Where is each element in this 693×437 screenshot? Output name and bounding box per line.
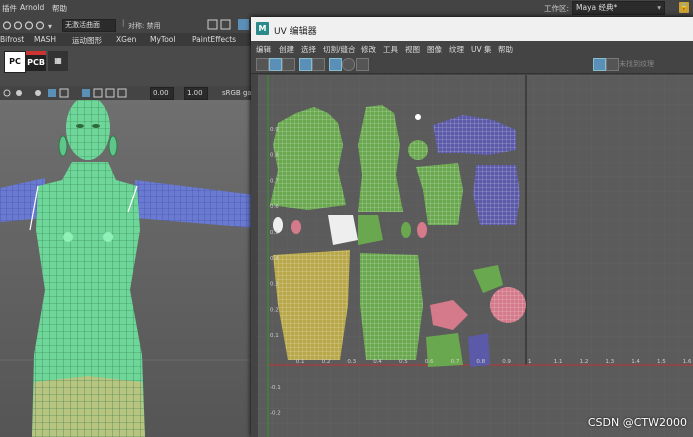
workspace-selector: 工作区: Maya 经典* ▾ (543, 1, 665, 15)
main-menubar: 插件 Arnold 帮助 工作区: Maya 经典* ▾ 🔒 (0, 0, 693, 18)
csdn-watermark: CSDN @CTW2000 (587, 416, 687, 429)
v-tick-label: 0.4 (270, 256, 279, 262)
maya-logo-icon: M (256, 22, 269, 35)
viewport-3d[interactable] (0, 100, 255, 437)
shelf: PC PCB ▦ (0, 46, 255, 86)
isolate-icon[interactable] (342, 58, 355, 71)
uv-menu-edit[interactable]: 编辑 (256, 44, 271, 55)
render-icons[interactable] (205, 19, 253, 31)
u-tick-label: 1.5 (657, 359, 666, 365)
u-tick-label: 0.4 (373, 359, 382, 365)
v-tick-label: 0.6 (270, 204, 279, 210)
viewport-display-icons[interactable] (2, 88, 142, 99)
status-line: ▾ 无激活曲面 | 对称: 禁用 (0, 17, 255, 33)
live-surface-field[interactable]: 无激活曲面 (62, 19, 116, 32)
v-tick-label: -0.2 (270, 411, 281, 417)
tab-xgen[interactable]: XGen (116, 35, 136, 44)
u-tick-label: 0.5 (399, 359, 408, 365)
viewport-toolbar: 0.00 1.00 sRGB ga (0, 86, 255, 100)
u-tick-label: 0.9 (502, 359, 511, 365)
uv-menu-help[interactable]: 帮助 (498, 44, 513, 55)
v-tick-label: 0.9 (270, 127, 279, 133)
svg-text:▾: ▾ (48, 22, 52, 31)
uv-menu-uvset[interactable]: UV 集 (471, 44, 492, 55)
shelf-tabs: Bifrost MASH 运动图形 XGen MyTool PaintEffec… (0, 33, 255, 46)
u-tick-label: 0.3 (347, 359, 356, 365)
workspace-label: 工作区: (543, 3, 569, 13)
v-tick-label: 0.8 (270, 153, 279, 159)
grid-icon[interactable] (256, 58, 269, 71)
uv-menu-create[interactable]: 创建 (279, 44, 294, 55)
u-tick-label: 0.7 (451, 359, 460, 365)
u-tick-label: 0.2 (322, 359, 331, 365)
uv-menu-tools[interactable]: 工具 (383, 44, 398, 55)
uv-menu-modify[interactable]: 修改 (361, 44, 376, 55)
uv-grid-area[interactable]: 0.1 0.2 0.3 0.4 0.5 0.6 0.7 0.8 0.9 1 1.1 1.2 1.3 1.4… (258, 75, 693, 437)
uv-menu-view[interactable]: 视图 (405, 44, 420, 55)
gamma-field[interactable]: 1.00 (184, 87, 208, 100)
workspace-value: Maya 经典* (576, 3, 618, 12)
symmetry-label[interactable]: 对称: 禁用 (128, 21, 161, 31)
v-tick-label: 0.5 (270, 230, 279, 236)
u-tick-label: 1.4 (631, 359, 640, 365)
menu-plugins[interactable]: 插件 (2, 3, 17, 14)
shaded-icon[interactable] (269, 58, 282, 71)
character-mesh (0, 100, 255, 437)
tab-bifrost[interactable]: Bifrost (0, 35, 24, 44)
u-tick-label: 0.6 (425, 359, 434, 365)
u-tick-label: 1.6 (683, 359, 692, 365)
menu-arnold[interactable]: Arnold (20, 3, 44, 12)
image-display-icon[interactable] (593, 58, 606, 71)
mosaic-shelf-icon[interactable]: ▦ (48, 51, 68, 71)
u-tick-label: 1 (528, 359, 532, 365)
uv-menu-select[interactable]: 选择 (301, 44, 316, 55)
pcb-shelf-icon[interactable]: PCB (26, 51, 46, 71)
colorspace-label[interactable]: sRGB ga (222, 89, 252, 97)
uv-editor-toolbar: 未找到纹理 (251, 55, 693, 74)
tab-mytool[interactable]: MyTool (150, 35, 175, 44)
u-tick-label: 0.1 (296, 359, 305, 365)
tab-motion-graphics[interactable]: 运动图形 (72, 35, 102, 46)
uv-editor-menubar: 编辑 创建 选择 切割/缝合 修改 工具 视图 图像 纹理 UV 集 帮助 (251, 41, 693, 55)
select-mode-icons[interactable]: ▾ (2, 20, 58, 31)
uv-border-icon[interactable] (299, 58, 312, 71)
uv-menu-cut-sew[interactable]: 切割/缝合 (323, 44, 356, 55)
v-tick-label: -0.1 (270, 385, 281, 391)
exposure-field[interactable]: 0.00 (150, 87, 174, 100)
pattern-icon[interactable] (606, 58, 619, 71)
separator-icon: | (122, 19, 125, 27)
chevron-down-icon: ▾ (657, 3, 661, 12)
uv-layout-canvas: 0.1 0.2 0.3 0.4 0.5 0.6 0.7 0.8 0.9 1 1.1 1.2 1.3 1.4… (258, 75, 693, 437)
uv-editor-titlebar[interactable]: M UV 编辑器 (251, 17, 693, 41)
menu-help[interactable]: 帮助 (52, 3, 67, 14)
texture-dropdown[interactable]: 未找到纹理 (619, 59, 654, 69)
v-tick-label: 0.1 (270, 333, 279, 339)
uv-editor-window: M UV 编辑器 编辑 创建 选择 切割/缝合 修改 工具 视图 图像 纹理 U… (251, 17, 693, 437)
pc-shelf-icon[interactable]: PC (4, 51, 26, 73)
tab-mash[interactable]: MASH (34, 35, 56, 44)
distortion-icon[interactable] (282, 58, 295, 71)
u-tick-label: 1.2 (580, 359, 589, 365)
u-tick-label: 1.3 (605, 359, 614, 365)
v-tick-label: 0.2 (270, 307, 279, 313)
snapshot-icon[interactable] (356, 58, 369, 71)
texture-borders-icon[interactable] (312, 58, 325, 71)
lock-icon[interactable]: 🔒 (679, 2, 689, 13)
u-tick-label: 1.1 (554, 359, 563, 365)
v-tick-label: 0.3 (270, 282, 279, 288)
tab-painteffects[interactable]: PaintEffects (192, 35, 236, 44)
u-tick-label: 0.8 (476, 359, 485, 365)
v-tick-label: 0.7 (270, 178, 279, 184)
uv-menu-texture[interactable]: 纹理 (449, 44, 464, 55)
checker-icon[interactable] (329, 58, 342, 71)
workspace-dropdown[interactable]: Maya 经典* ▾ (572, 1, 665, 15)
uv-editor-title: UV 编辑器 (274, 27, 317, 37)
uv-menu-image[interactable]: 图像 (427, 44, 442, 55)
